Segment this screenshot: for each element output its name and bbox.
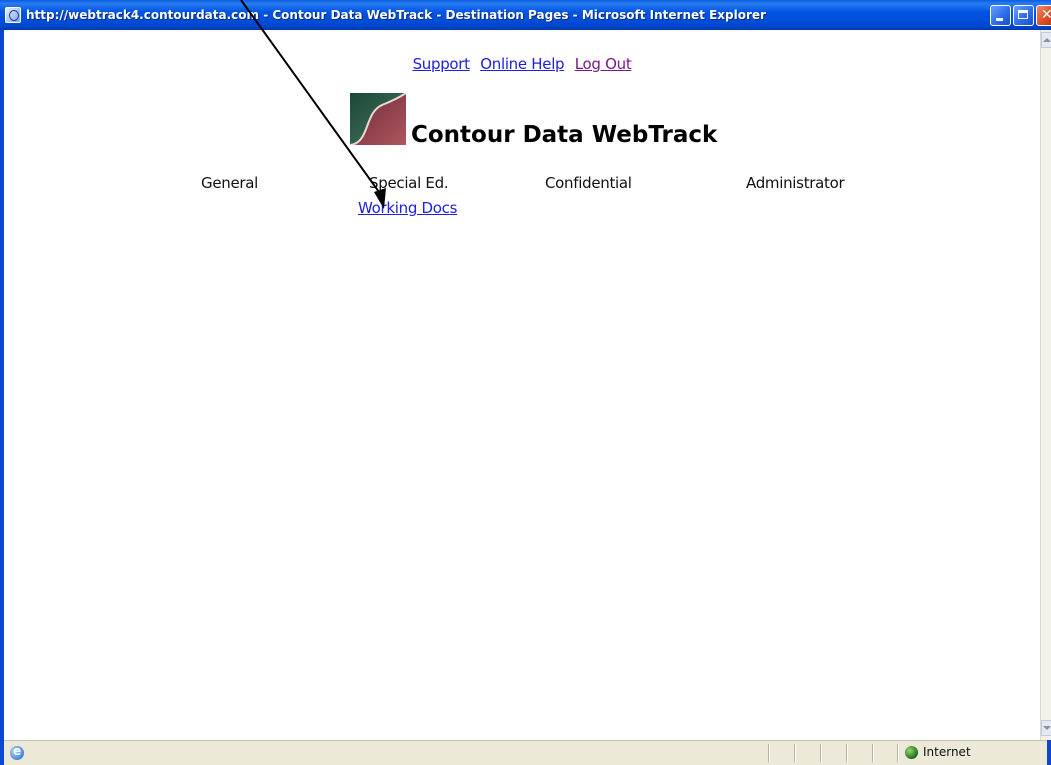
ie-page-icon (5, 7, 21, 23)
contour-data-logo (350, 93, 406, 145)
vertical-scrollbar[interactable] (1040, 30, 1051, 740)
nav-confidential[interactable]: Confidential (545, 174, 632, 192)
top-links: Support Online Help Log Out (4, 55, 1040, 73)
close-button[interactable] (1036, 5, 1051, 26)
support-link[interactable]: Support (413, 55, 471, 73)
status-separator (846, 744, 847, 762)
browser-window: http://webtrack4.contourdata.com - Conto… (0, 0, 1051, 765)
nav-general[interactable]: General (201, 174, 258, 192)
online-help-link[interactable]: Online Help (480, 55, 564, 73)
nav-special-ed[interactable]: Special Ed. (369, 174, 449, 192)
working-docs-link[interactable]: Working Docs (358, 199, 457, 217)
minimize-button[interactable] (990, 5, 1011, 26)
maximize-button[interactable] (1013, 5, 1034, 26)
page-content: Support Online Help Log Out Contour Data… (4, 30, 1040, 740)
status-separator (768, 744, 769, 762)
security-zone-label: Internet (923, 745, 971, 759)
status-separator (820, 744, 821, 762)
status-separator (897, 744, 898, 762)
title-bar[interactable]: http://webtrack4.contourdata.com - Conto… (0, 0, 1051, 30)
globe-icon (905, 746, 918, 759)
scroll-up-button[interactable] (1041, 32, 1051, 48)
log-out-link[interactable]: Log Out (575, 55, 632, 73)
status-bar: Internet (4, 740, 1047, 765)
status-separator (872, 744, 873, 762)
ie-icon (10, 744, 24, 760)
nav-administrator[interactable]: Administrator (746, 174, 845, 192)
window-title: http://webtrack4.contourdata.com - Conto… (26, 8, 766, 22)
scroll-down-button[interactable] (1041, 720, 1051, 736)
status-separator (794, 744, 795, 762)
brand-title: Contour Data WebTrack (411, 122, 718, 148)
